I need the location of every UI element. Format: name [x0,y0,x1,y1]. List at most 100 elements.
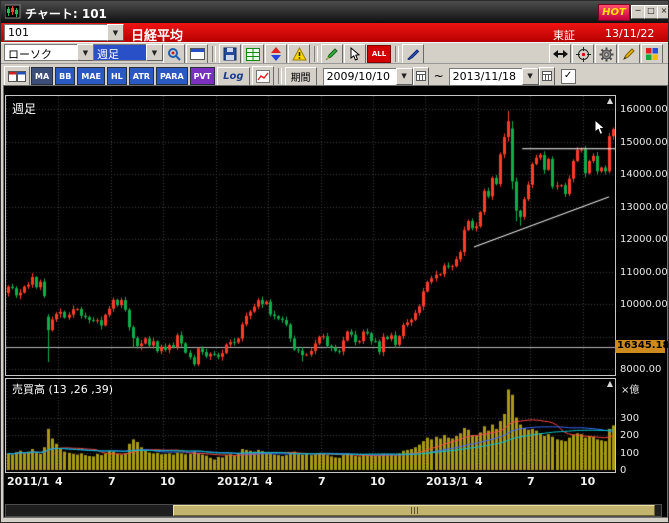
time-axis-label: 7 [318,475,326,488]
price-axis-label: 13000.00 [620,202,668,213]
indicator-atr-button[interactable]: ATR [129,67,154,85]
pane-scroll-up-icon[interactable]: ▲ [607,96,613,105]
price-axis: 16000.0015000.0014000.0013000.0012000.00… [618,96,668,375]
price-axis-label: 11000.00 [620,267,668,278]
save-button[interactable] [219,44,241,64]
date-to-combobox[interactable]: 2013/11/18 ▼ [449,68,539,85]
table-view-button[interactable] [242,44,264,64]
chevron-down-icon[interactable]: ▼ [146,44,163,61]
price-pane[interactable]: 週足 ▲ [5,95,616,376]
calendar-icon [542,71,552,81]
pane-scroll-up-icon[interactable]: ▲ [607,379,613,388]
warning-icon [292,47,307,61]
price-updown-button[interactable] [265,44,287,64]
new-high-button[interactable] [252,66,274,86]
log-scale-button[interactable]: Log [217,67,249,86]
chevron-down-icon[interactable]: ▼ [396,68,413,85]
zoom-in-icon [167,47,182,62]
symbol-code-combobox[interactable]: 101 ▼ [4,24,124,41]
crosshair-button[interactable] [572,44,594,64]
symbol-code-value[interactable]: 101 [4,24,107,41]
select-cursor-button[interactable] [344,44,366,64]
volume-pane-label: 売買高 (13 ,26 ,39) [12,381,113,397]
volume-axis-label: 300 [620,413,639,424]
toolbar-separator [212,46,216,62]
symbol-bar: 101 ▼ 日経平均 東証 13/11/22 [1,23,668,42]
log-scale-label: Log [223,71,243,82]
horizontal-scrollbar[interactable] [5,504,662,517]
calendar-to-button[interactable] [539,67,555,86]
expand-range-button[interactable] [549,44,571,64]
scrollbar-grip-icon [411,507,418,514]
maximize-button[interactable]: □ [644,5,658,19]
quote-date: 13/11/22 [605,27,654,40]
chart-type-value[interactable]: ローソク [4,44,77,61]
gear-icon [599,47,614,62]
scrollbar-thumb[interactable] [173,505,655,516]
toolbar-separator [395,46,399,62]
price-axis-label: 14000.00 [620,169,668,180]
pen2-icon [622,47,636,61]
price-axis-label: 16000.00 [620,104,668,115]
window-title: チャート: 101 [25,5,107,22]
zoom-in-button[interactable] [163,44,185,64]
time-axis-label: 4 [475,475,483,488]
settings-button[interactable] [595,44,617,64]
price-axis-label: 8000.00 [620,364,661,375]
timeframe-combobox[interactable]: 週足 ▼ [93,44,163,61]
date-range-separator: ~ [434,69,444,83]
price-chart-canvas[interactable] [6,96,615,375]
alert-button[interactable] [288,44,310,64]
pane-layout-icon [190,47,205,61]
time-axis-label: 7 [108,475,116,488]
save-icon [223,47,237,61]
close-button[interactable]: × [657,5,669,19]
calendar-from-button[interactable] [413,67,429,86]
hot-button[interactable]: HOT [598,4,630,21]
date-to-value[interactable]: 2013/11/18 [449,68,522,86]
volume-unit-label: ×億 [621,381,639,396]
pane-layout-button[interactable] [186,44,208,64]
indicator-para-button[interactable]: PARA [156,67,188,85]
chart-colors-button[interactable] [641,44,663,64]
multi-chart-button[interactable] [4,66,30,86]
freehand-pen-button[interactable] [618,44,640,64]
chart-type-combobox[interactable]: ローソク ▼ [4,44,94,61]
crosshair-icon [576,47,591,62]
titlebar[interactable]: チャート: 101 HOT ─ □ × [1,1,668,23]
annotate-pen-button[interactable] [402,44,424,64]
volume-axis-label: 0 [620,465,626,476]
time-axis-label: 4 [55,475,63,488]
minimize-button[interactable]: ─ [631,5,645,19]
price-marker-badge: 16345.18 [615,340,665,353]
time-axis-label: 2013/1 [426,475,468,488]
time-axis-label: 10 [370,475,385,488]
indicator-bb-button[interactable]: BB [55,67,75,85]
indicator-ma-button[interactable]: MA [31,67,53,85]
time-axis-label: 2012/1 [217,475,259,488]
draw-pencil-button[interactable] [321,44,343,64]
volume-pane[interactable]: 売買高 (13 ,26 ,39) ▲ [5,378,616,473]
mouse-cursor-icon [593,119,606,139]
chevron-down-icon[interactable]: ▼ [107,24,124,41]
up-down-arrows-icon [270,47,282,61]
indicator-mae-button[interactable]: MAE [77,67,105,85]
chevron-down-icon[interactable]: ▼ [522,68,539,85]
time-axis-label: 2011/1 [7,475,49,488]
show-all-button[interactable]: ALL [367,45,391,63]
chevron-down-icon[interactable]: ▼ [77,44,94,61]
indicator-hl-button[interactable]: HL [107,67,127,85]
date-from-combobox[interactable]: 2009/10/10 ▼ [323,68,413,85]
indicator-pvt-button[interactable]: PVT [190,67,216,85]
time-axis-label: 4 [265,475,273,488]
time-axis-label: 10 [580,475,595,488]
period-checkbox[interactable]: ✓ [561,69,576,84]
toolbar-separator [314,46,318,62]
pencil-icon [325,47,339,61]
period-button[interactable]: 期間 [285,67,317,86]
timeframe-value[interactable]: 週足 [93,44,146,61]
chart-window: チャート: 101 HOT ─ □ × 101 ▼ 日経平均 東証 13/11/… [0,0,669,523]
indicator-toolbar: MABBMAEHLATRPARAPVT Log 期間 2009/10/10 ▼ … [1,63,668,86]
date-from-value[interactable]: 2009/10/10 [323,68,396,86]
pen-icon [406,47,420,61]
